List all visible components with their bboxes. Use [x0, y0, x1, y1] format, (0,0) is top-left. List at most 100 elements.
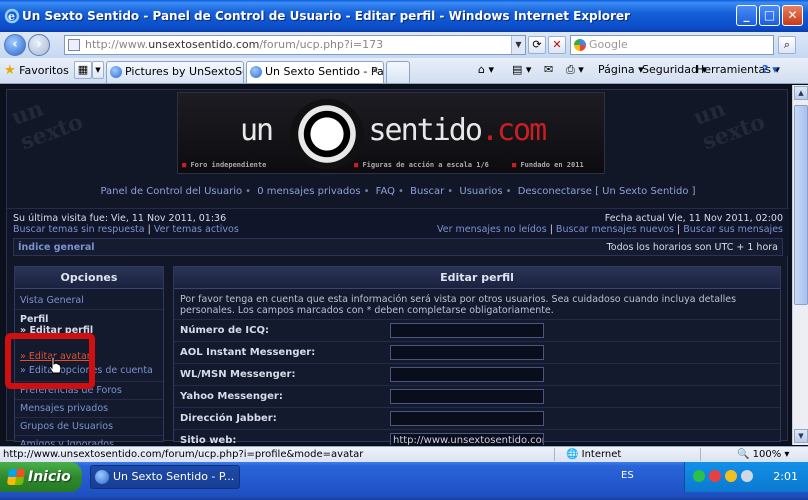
ie-window: e Un Sexto Sentido - Panel de Control de…	[0, 0, 808, 500]
address-bar-row: ‹ › http://www.unsextosentido.com/forum/…	[0, 32, 808, 58]
refresh-icon[interactable]: ⟳	[528, 36, 546, 54]
address-dropdown-icon[interactable]: ▼	[511, 36, 525, 54]
window-title: Un Sexto Sentido - Panel de Control de U…	[22, 9, 630, 23]
scroll-thumb[interactable]	[794, 105, 808, 305]
last-visit: Su última visita fue: Vie, 11 Nov 2011, …	[13, 213, 227, 224]
decor-logo-left: un sexto	[8, 95, 87, 156]
new-tab-button[interactable]	[386, 61, 410, 83]
icq-input[interactable]	[390, 323, 544, 338]
search-input[interactable]: Google	[570, 35, 774, 55]
banner-tag-mid: ■ Figuras de acción a escala 1/6	[354, 161, 489, 169]
print-icon[interactable]: ⎙ ▾	[566, 63, 584, 77]
ie-task-icon	[95, 470, 109, 484]
close-tab-icon[interactable]: ✕	[371, 62, 379, 82]
feeds-icon[interactable]: ▤ ▾	[512, 63, 531, 76]
forum-banner[interactable]: un sentido.com ■ Foro independiente ■ Fi…	[177, 92, 605, 174]
yahoo-label: Yahoo Messenger:	[180, 391, 283, 402]
menu-profile-heading[interactable]: Perfil	[15, 309, 163, 325]
favorites-button[interactable]: ★ Favoritos	[4, 63, 69, 78]
tab-panel-control[interactable]: Un Sexto Sentido - Panel ... ✕	[246, 61, 384, 83]
field-row-icq: Número de ICQ:	[174, 319, 780, 341]
active-topics-link[interactable]: Ver temas activos	[154, 224, 239, 235]
menu-private-messages[interactable]: Mensajes privados	[15, 399, 163, 414]
tab-pictures[interactable]: Pictures by UnSextoSentido -...	[106, 61, 244, 83]
field-row-aim: AOL Instant Messenger:	[174, 341, 780, 363]
field-row-website: Sitio web: http://www.unsextosentido.com…	[174, 429, 780, 445]
unread-link[interactable]: Ver mensajes no leídos	[437, 224, 547, 235]
nav-logout[interactable]: Desconectarse [ Un Sexto Sentido ]	[518, 186, 696, 197]
security-alert-icon[interactable]	[709, 470, 721, 482]
menu-user-groups[interactable]: Grupos de Usuarios	[15, 417, 163, 432]
maximize-button[interactable]: □	[759, 5, 780, 26]
back-button[interactable]: ‹	[4, 34, 26, 56]
home-icon[interactable]: ⌂ ▾	[478, 63, 494, 76]
url-domain: unsextosentido.com	[148, 38, 260, 51]
url-path: /forum/ucp.php?i=173	[259, 38, 384, 51]
website-label: Sitio web:	[180, 435, 237, 445]
quick-tabs-icon[interactable]: ▦	[74, 61, 92, 79]
menu-overview[interactable]: Vista General	[15, 295, 163, 306]
windows-flag-icon	[6, 469, 26, 485]
mail-icon[interactable]: ✉	[544, 63, 553, 76]
jabber-label: Dirección Jabber:	[180, 413, 277, 424]
system-tray: ES 2:01	[621, 462, 808, 492]
minimize-button[interactable]: _	[736, 5, 757, 26]
banner-emblem	[290, 99, 364, 169]
ie-tab-icon	[250, 66, 262, 78]
field-row-jabber: Dirección Jabber:	[174, 407, 780, 429]
google-icon	[574, 39, 586, 51]
search-unanswered-link[interactable]: Buscar temas sin respuesta	[13, 224, 145, 235]
scroll-down-icon[interactable]: ▼	[794, 429, 808, 443]
banner-brand: un sentido.com	[240, 113, 547, 148]
svg-text:e: e	[8, 10, 15, 23]
new-posts-link[interactable]: Buscar mensajes nuevos	[556, 224, 674, 235]
msn-label: WL/MSN Messenger:	[180, 369, 296, 380]
menu-friends[interactable]: Amigos y Ignorados	[15, 435, 163, 445]
options-header: Opciones	[15, 267, 163, 289]
network-icon[interactable]	[693, 470, 705, 482]
tab-list-icon[interactable]: ▼	[92, 61, 104, 79]
index-link[interactable]: Índice general	[18, 242, 95, 253]
jabber-input[interactable]	[390, 411, 544, 426]
taskbar: Inicio Un Sexto Sentido - P... ES 2:01	[0, 462, 808, 500]
forward-button[interactable]: ›	[28, 34, 50, 56]
status-divider	[700, 448, 701, 461]
status-zoom[interactable]: 🔍 100% ▾	[737, 447, 789, 462]
volume-icon[interactable]	[741, 470, 753, 482]
status-zone[interactable]: 🌐 Internet	[566, 447, 621, 462]
yahoo-input[interactable]	[390, 389, 544, 404]
star-icon: ★	[4, 63, 16, 78]
field-row-msn: WL/MSN Messenger:	[174, 363, 780, 385]
address-input[interactable]: http://www.unsextosentido.com/forum/ucp.…	[64, 35, 526, 55]
page-viewport: un sexto un sexto un sentido.com ■ Foro in…	[0, 85, 792, 445]
close-button[interactable]: ✕	[782, 5, 803, 26]
scroll-up-icon[interactable]: ▲	[794, 86, 808, 100]
stop-icon[interactable]: ✕	[548, 36, 566, 54]
ie-logo-icon: e	[4, 8, 20, 24]
website-input[interactable]: http://www.unsextosentido.com/	[390, 433, 544, 445]
banner-tag-right: ■ Fundado en 2011	[512, 161, 584, 169]
your-posts-link[interactable]: Buscar sus mensajes	[683, 224, 783, 235]
nav-users[interactable]: Usuarios	[459, 186, 502, 197]
msn-input[interactable]	[390, 367, 544, 382]
nav-faq[interactable]: FAQ	[376, 186, 395, 197]
language-indicator[interactable]: ES	[621, 470, 634, 481]
vertical-scrollbar[interactable]: ▲ ▼	[792, 85, 808, 445]
start-button[interactable]: Inicio	[0, 462, 82, 492]
status-bar: http://www.unsextosentido.com/forum/ucp.…	[0, 446, 808, 462]
page-menu[interactable]: Página ▾	[598, 63, 644, 76]
taskbar-item-ie[interactable]: Un Sexto Sentido - P...	[90, 465, 240, 489]
favorites-tab-bar: ★ Favoritos ▦ ▼ Pictures by UnSextoSenti…	[0, 58, 808, 84]
nav-search[interactable]: Buscar	[410, 186, 444, 197]
icq-label: Número de ICQ:	[180, 325, 269, 336]
field-row-yahoo: Yahoo Messenger:	[174, 385, 780, 407]
banner-tag-left: ■ Foro independiente	[182, 161, 267, 169]
nav-ucp[interactable]: Panel de Control del Usuario	[100, 186, 242, 197]
aim-input[interactable]	[390, 345, 544, 360]
tray-app-icon[interactable]	[725, 470, 737, 482]
search-icon[interactable]: ⌕	[778, 36, 796, 54]
help-icon[interactable]: ? ▾	[762, 63, 778, 76]
aim-label: AOL Instant Messenger:	[180, 347, 316, 358]
status-url: http://www.unsextosentido.com/forum/ucp.…	[3, 449, 364, 460]
nav-private-messages[interactable]: 0 mensajes privados	[257, 186, 360, 197]
